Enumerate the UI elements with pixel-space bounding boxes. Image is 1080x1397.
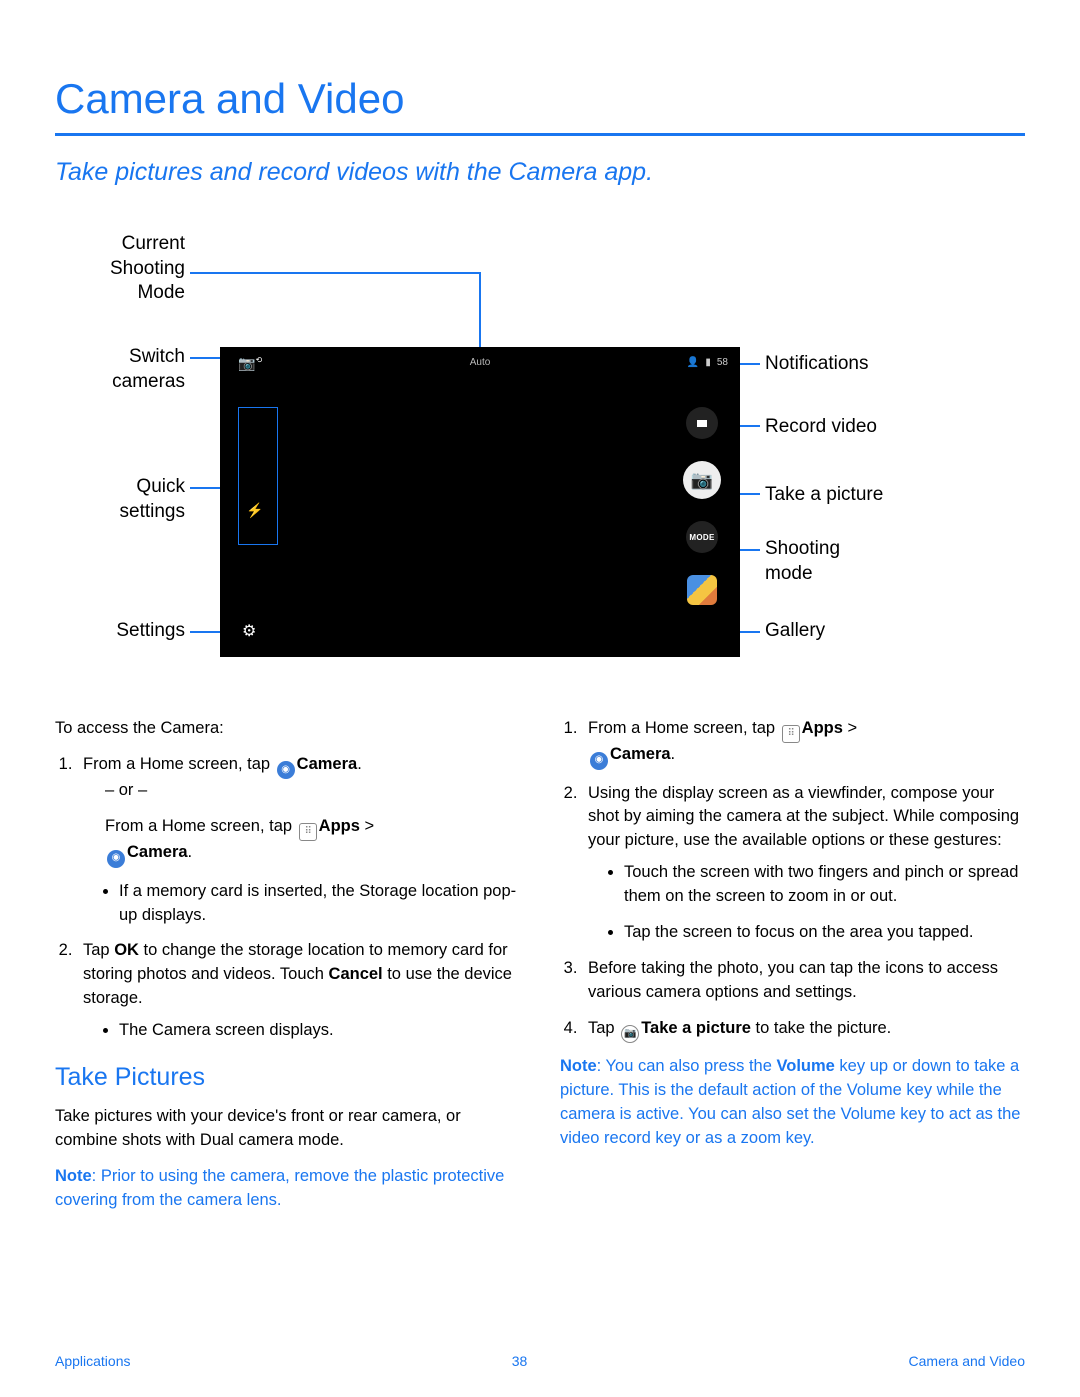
- label-settings: Settings: [55, 619, 185, 644]
- record-video-button: [686, 407, 718, 439]
- status-bar: 👤 ▮ 58: [687, 357, 728, 368]
- note-lens-cover: Note: Prior to using the camera, remove …: [55, 1165, 520, 1213]
- take-pictures-paragraph: Take pictures with your device's front o…: [55, 1105, 520, 1153]
- switch-camera-icon: 📷⟲: [238, 355, 262, 372]
- mode-button: MODE: [686, 521, 718, 553]
- shutter-button: 📷: [683, 461, 721, 499]
- camera-icon: ◉: [590, 752, 608, 770]
- mode-indicator: Auto: [470, 357, 491, 368]
- gallery-thumbnail: [687, 575, 717, 605]
- apps-icon: ⠿: [782, 725, 800, 743]
- page-subtitle: Take pictures and record videos with the…: [55, 158, 1025, 187]
- label-take-picture: Take a picture: [765, 483, 883, 508]
- label-gallery: Gallery: [765, 619, 825, 644]
- title-rule: [55, 133, 1025, 136]
- note-volume-key: Note: You can also press the Volume key …: [560, 1055, 1025, 1151]
- battery-icon: ▮: [705, 357, 711, 368]
- r-step-1: From a Home screen, tap ⠿Apps > ◉Camera.: [582, 717, 1025, 770]
- label-switch-cameras: Switch cameras: [55, 345, 185, 394]
- bullet-tap-focus: Tap the screen to focus on the area you …: [624, 921, 1025, 945]
- bullet-pinch-zoom: Touch the screen with two fingers and pi…: [624, 861, 1025, 909]
- step-1: From a Home screen, tap ◉Camera. – or – …: [77, 753, 520, 928]
- column-left: To access the Camera: From a Home screen…: [55, 717, 520, 1225]
- page-footer: Applications 38 Camera and Video: [55, 1353, 1025, 1369]
- footer-right: Camera and Video: [909, 1353, 1025, 1369]
- body-columns: To access the Camera: From a Home screen…: [55, 717, 1025, 1225]
- camera-icon: ◉: [107, 850, 125, 868]
- camera-icon: ◉: [277, 761, 295, 779]
- flash-icon: ⚡: [246, 502, 263, 519]
- camera-screenshot: 📷⟲ Auto 👤 ▮ 58 ⚡ ⚙ 📷 MODE: [220, 347, 740, 657]
- notification-icon: 👤: [687, 357, 699, 368]
- label-current-mode: Current Shooting Mode: [55, 232, 185, 306]
- bullet-storage: If a memory card is inserted, the Storag…: [119, 880, 520, 928]
- r-step-3: Before taking the photo, you can tap the…: [582, 957, 1025, 1005]
- r-step-4: Tap 📷Take a picture to take the picture.: [582, 1017, 1025, 1043]
- shutter-icon: 📷: [621, 1025, 639, 1043]
- label-shooting-mode: Shooting mode: [765, 537, 840, 586]
- footer-left: Applications: [55, 1353, 131, 1369]
- settings-gear-icon: ⚙: [242, 621, 256, 641]
- bullet-camera-displays: The Camera screen displays.: [119, 1019, 520, 1043]
- quick-settings-box: [238, 407, 278, 545]
- footer-page-number: 38: [512, 1353, 528, 1369]
- take-pictures-heading: Take Pictures: [55, 1059, 520, 1095]
- step-2: Tap OK to change the storage location to…: [77, 939, 520, 1043]
- access-intro: To access the Camera:: [55, 717, 520, 741]
- or-text: – or –: [105, 779, 520, 803]
- camera-diagram: Current Shooting Mode Switch cameras Qui…: [55, 227, 1025, 687]
- column-right: From a Home screen, tap ⠿Apps > ◉Camera.…: [560, 717, 1025, 1225]
- apps-icon: ⠿: [299, 823, 317, 841]
- page-title: Camera and Video: [55, 75, 1025, 123]
- notification-count: 58: [717, 357, 728, 368]
- r-step-2: Using the display screen as a viewfinder…: [582, 782, 1025, 946]
- label-quick-settings: Quick settings: [55, 475, 185, 524]
- label-notifications: Notifications: [765, 352, 869, 377]
- step-1-alt: From a Home screen, tap ⠿Apps > ◉Camera.: [105, 815, 520, 868]
- label-record-video: Record video: [765, 415, 877, 440]
